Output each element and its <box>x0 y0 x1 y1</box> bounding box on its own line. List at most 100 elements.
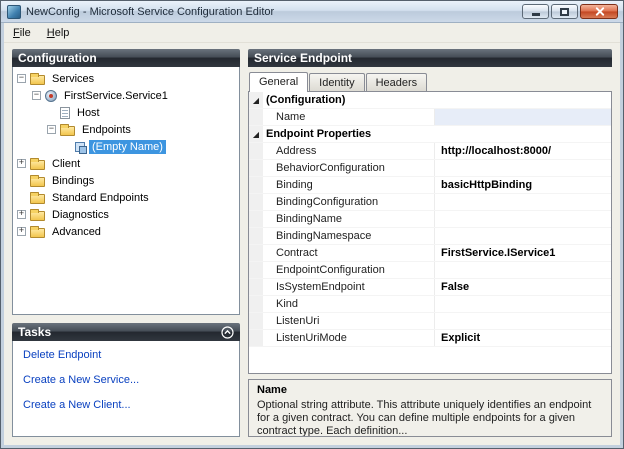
property-label: BindingName <box>263 211 435 227</box>
detail-header-label: Service Endpoint <box>254 51 353 65</box>
property-label: IsSystemEndpoint <box>263 279 435 295</box>
menu-bar: File Help <box>4 23 620 43</box>
property-label: BindingConfiguration <box>263 194 435 210</box>
tree-item-services[interactable]: − Services <box>15 70 239 87</box>
tree-item-label: Bindings <box>52 174 95 187</box>
menu-item-file[interactable]: File <box>5 23 39 42</box>
tree-item-diagnostics[interactable]: + Diagnostics <box>15 206 239 223</box>
property-row-contract[interactable]: Contract FirstService.IService1 <box>249 245 611 262</box>
property-row-bindingname[interactable]: BindingName <box>249 211 611 228</box>
close-button[interactable] <box>580 4 618 19</box>
expand-icon[interactable]: + <box>17 210 26 219</box>
tab-general[interactable]: General <box>249 72 309 92</box>
property-value[interactable] <box>435 194 611 210</box>
tree-item-label: Diagnostics <box>52 208 109 221</box>
configuration-panel: Configuration − Services − FirstService.Ser… <box>12 49 240 437</box>
property-gutter <box>249 194 263 210</box>
tree-item-client[interactable]: + Client <box>15 155 239 172</box>
property-row-listenurimode[interactable]: ListenUriMode Explicit <box>249 330 611 347</box>
collapse-triangle-icon[interactable]: ◢ <box>249 92 263 108</box>
property-gutter <box>249 262 263 278</box>
collapse-icon[interactable]: − <box>47 125 56 134</box>
property-value[interactable]: http://localhost:8000/ <box>435 143 611 159</box>
property-row-behaviorconfiguration[interactable]: BehaviorConfiguration <box>249 160 611 177</box>
tree-item-advanced[interactable]: + Advanced <box>15 223 239 240</box>
property-value[interactable] <box>435 109 611 125</box>
title-bar[interactable]: NewConfig - Microsoft Service Configurat… <box>1 1 623 23</box>
property-row-issystemendpoint[interactable]: IsSystemEndpoint False <box>249 279 611 296</box>
maximize-icon <box>560 7 569 16</box>
window-body: File Help Configuration − Services − FirstSe… <box>4 23 620 445</box>
tab-headers[interactable]: Headers <box>365 73 428 91</box>
window-title: NewConfig - Microsoft Service Configurat… <box>26 5 275 18</box>
tab-identity[interactable]: Identity <box>309 73 365 91</box>
property-row-address[interactable]: Address http://localhost:8000/ <box>249 143 611 160</box>
property-value[interactable]: False <box>435 279 611 295</box>
property-row-binding[interactable]: Binding basicHttpBinding <box>249 177 611 194</box>
property-gutter <box>249 313 263 329</box>
minimize-icon <box>531 13 540 16</box>
property-label: Binding <box>263 177 435 193</box>
service-icon <box>45 89 57 102</box>
collapse-chevron-icon[interactable] <box>221 325 234 339</box>
expand-icon[interactable]: + <box>17 227 26 236</box>
tree-item-label: (Empty Name) <box>89 139 166 154</box>
property-value[interactable]: basicHttpBinding <box>435 177 611 193</box>
category-label: (Configuration) <box>266 94 346 106</box>
tree-item-endpoints[interactable]: − Endpoints <box>15 121 239 138</box>
folder-icon <box>30 157 45 170</box>
folder-icon <box>30 191 45 204</box>
tree-item-host[interactable]: Host <box>15 104 239 121</box>
property-value[interactable] <box>435 160 611 176</box>
tree-item-label: Endpoints <box>82 123 131 136</box>
task-link-delete-endpoint[interactable]: Delete Endpoint <box>23 349 229 361</box>
property-row-bindingnamespace[interactable]: BindingNamespace <box>249 228 611 245</box>
app-window: NewConfig - Microsoft Service Configurat… <box>0 0 624 449</box>
tree-item-firstservice-service1[interactable]: − FirstService.Service1 <box>15 87 239 104</box>
maximize-button[interactable] <box>551 4 578 19</box>
property-label: EndpointConfiguration <box>263 262 435 278</box>
tree-item-empty-name[interactable]: (Empty Name) <box>15 138 239 155</box>
property-label: Name <box>263 109 435 125</box>
property-row-bindingconfiguration[interactable]: BindingConfiguration <box>249 194 611 211</box>
folder-icon <box>30 225 45 238</box>
property-value[interactable]: Explicit <box>435 330 611 346</box>
task-link-create-a-new-client[interactable]: Create a New Client... <box>23 399 229 411</box>
property-value[interactable] <box>435 296 611 312</box>
task-link-create-a-new-service[interactable]: Create a New Service... <box>23 374 229 386</box>
expand-icon[interactable]: + <box>17 159 26 168</box>
tasks-header-label: Tasks <box>18 325 52 339</box>
collapse-icon[interactable]: − <box>17 74 26 83</box>
category-row-configuration[interactable]: ◢ (Configuration) <box>249 92 611 109</box>
close-icon <box>595 7 604 16</box>
tree-item-standard-endpoints[interactable]: Standard Endpoints <box>15 189 239 206</box>
property-gutter <box>249 143 263 159</box>
property-gutter <box>249 296 263 312</box>
config-tree[interactable]: − Services − FirstService.Service1 Host − Endp… <box>12 67 240 315</box>
collapse-icon[interactable]: − <box>32 91 41 100</box>
property-row-name[interactable]: Name <box>249 109 611 126</box>
configuration-header: Configuration <box>12 49 240 67</box>
collapse-triangle-icon[interactable]: ◢ <box>249 126 263 142</box>
menu-item-help[interactable]: Help <box>39 23 78 42</box>
property-row-endpointconfiguration[interactable]: EndpointConfiguration <box>249 262 611 279</box>
folder-icon <box>30 72 45 85</box>
property-value[interactable] <box>435 211 611 227</box>
property-value[interactable] <box>435 313 611 329</box>
property-label: ListenUri <box>263 313 435 329</box>
property-row-kind[interactable]: Kind <box>249 296 611 313</box>
tree-item-label: Services <box>52 72 95 85</box>
property-row-listenuri[interactable]: ListenUri <box>249 313 611 330</box>
property-label: BehaviorConfiguration <box>263 160 435 176</box>
property-value[interactable]: FirstService.IService1 <box>435 245 611 261</box>
category-row-endpoint-properties[interactable]: ◢ Endpoint Properties <box>249 126 611 143</box>
host-icon <box>60 106 70 119</box>
minimize-button[interactable] <box>522 4 549 19</box>
property-label: BindingNamespace <box>263 228 435 244</box>
tree-item-bindings[interactable]: Bindings <box>15 172 239 189</box>
app-icon <box>7 4 21 19</box>
property-grid[interactable]: ◢ (Configuration) Name ◢ Endpoint Properties… <box>248 91 612 374</box>
property-value[interactable] <box>435 262 611 278</box>
property-value[interactable] <box>435 228 611 244</box>
detail-panel: Service Endpoint General Identity Headers … <box>248 49 612 437</box>
